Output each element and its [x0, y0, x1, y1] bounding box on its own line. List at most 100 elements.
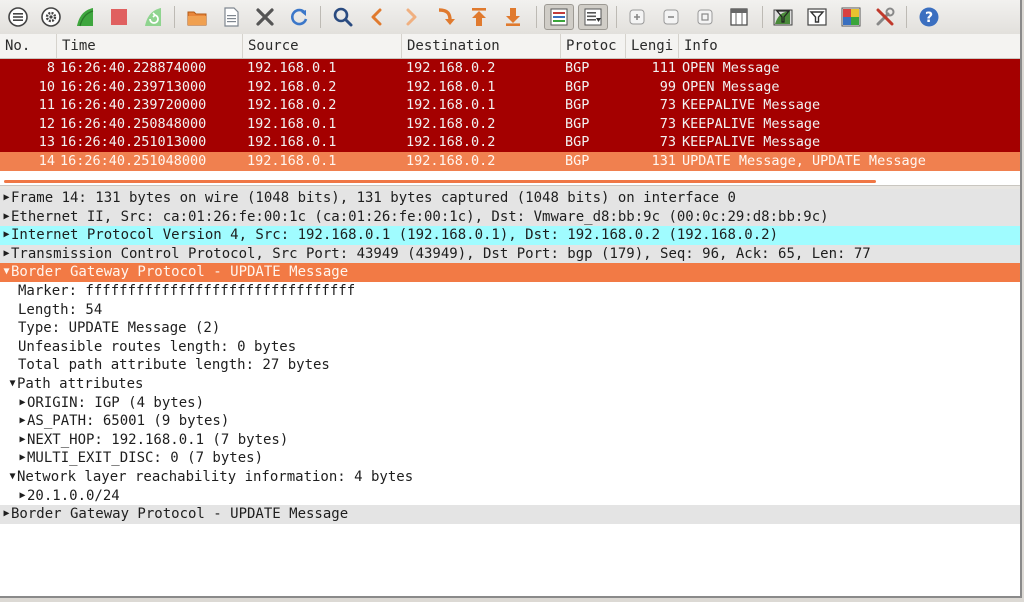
packet-row[interactable]: 12 16:26:40.250848000 192.168.0.1 192.168.0… — [0, 114, 1020, 134]
go-forward-button[interactable] — [398, 4, 424, 30]
expand-arrow-icon[interactable]: ▶ — [18, 431, 27, 450]
detail-row[interactable]: ▶Frame 14: 131 bytes on wire (1048 bits)… — [0, 189, 1020, 208]
go-to-packet-button[interactable] — [432, 4, 458, 30]
detail-row[interactable]: ▶MULTI_EXIT_DISC: 0 (7 bytes) — [0, 449, 1020, 468]
detail-row[interactable]: Length: 54 — [0, 301, 1020, 320]
detail-text: Unfeasible routes length: 0 bytes — [18, 338, 297, 355]
start-capture-button[interactable] — [72, 4, 98, 30]
detail-row[interactable]: ▶NEXT_HOP: 192.168.0.1 (7 bytes) — [0, 431, 1020, 450]
column-header-info[interactable]: Info — [679, 34, 1020, 58]
detail-row[interactable]: ▶20.1.0.0/24 — [0, 487, 1020, 506]
normal-size-icon — [697, 9, 713, 25]
packet-cell-destination: 192.168.0.2 — [406, 60, 496, 76]
colorize-button[interactable] — [544, 4, 574, 30]
packet-cell-destination: 192.168.0.2 — [406, 134, 496, 151]
expand-arrow-icon[interactable]: ▶ — [18, 487, 27, 506]
capture-filters-button[interactable] — [770, 4, 796, 30]
resize-columns-button[interactable] — [726, 4, 752, 30]
column-header-protocol[interactable]: Protoc — [561, 34, 626, 58]
detail-text: 20.1.0.0/24 — [27, 487, 120, 504]
close-file-button[interactable] — [252, 4, 278, 30]
start-capture-icon — [77, 8, 94, 27]
column-header-length[interactable]: Lengi — [626, 34, 679, 58]
go-back-button[interactable] — [364, 4, 390, 30]
expand-arrow-icon[interactable]: ▶ — [2, 208, 11, 227]
reload-file-button[interactable] — [286, 4, 312, 30]
zoom-out-button[interactable] — [658, 4, 684, 30]
open-file-button[interactable] — [184, 4, 210, 30]
stop-capture-icon — [111, 9, 127, 25]
column-header-source[interactable]: Source — [243, 34, 402, 58]
detail-row[interactable]: ▶Ethernet II, Src: ca:01:26:fe:00:1c (ca… — [0, 207, 1020, 227]
detail-row[interactable]: ▶Internet Protocol Version 4, Src: 192.1… — [0, 226, 1020, 245]
collapse-arrow-icon[interactable]: ▼ — [8, 468, 17, 487]
display-filters-button[interactable] — [804, 4, 830, 30]
help-icon: ? — [919, 7, 939, 27]
save-file-button[interactable] — [218, 4, 244, 30]
detail-row[interactable]: ▼Network layer reachability information:… — [0, 468, 1020, 487]
packet-list-pane[interactable]: No. Time Source Destination Protoc Lengi… — [0, 34, 1020, 184]
help-button[interactable]: ? — [916, 4, 942, 30]
resize-columns-icon — [730, 8, 748, 26]
packet-row[interactable]: 11 16:26:40.239720000 192.168.0.2 192.168.0… — [0, 96, 1020, 115]
packet-cell-info: OPEN Message — [682, 60, 780, 76]
expand-arrow-icon[interactable]: ▶ — [2, 226, 11, 245]
expand-arrow-icon[interactable]: ▶ — [18, 412, 27, 431]
last-packet-button[interactable] — [500, 4, 526, 30]
detail-text: Transmission Control Protocol, Src Port:… — [11, 245, 871, 262]
detail-row[interactable]: ▶Transmission Control Protocol, Src Port… — [0, 244, 1020, 264]
first-packet-button[interactable] — [466, 4, 492, 30]
detail-text: Border Gateway Protocol - UPDATE Message — [11, 506, 349, 523]
packet-cell-source: 192.168.0.1 — [247, 60, 337, 76]
first-packet-icon — [472, 8, 486, 26]
go-to-packet-icon — [438, 8, 455, 25]
detail-row[interactable]: ▶Border Gateway Protocol - UPDATE Messag… — [0, 505, 1020, 524]
preferences-button[interactable] — [872, 4, 898, 30]
packet-cell-time: 16:26:40.250848000 — [60, 115, 207, 132]
detail-row[interactable]: ▶ORIGIN: IGP (4 bytes) — [0, 394, 1020, 413]
detail-text: Ethernet II, Src: ca:01:26:fe:00:1c (ca:… — [11, 208, 829, 225]
detail-row[interactable]: ▼Border Gateway Protocol - UPDATE Messag… — [0, 263, 1020, 282]
packet-row[interactable]: 10 16:26:40.239713000 192.168.0.2 192.168.0… — [0, 77, 1020, 97]
column-header-no[interactable]: No. — [0, 34, 57, 58]
detail-row[interactable]: Type: UPDATE Message (2) — [0, 319, 1020, 338]
detail-row[interactable]: Total path attribute length: 27 bytes — [0, 356, 1020, 375]
detail-row[interactable]: Marker: ffffffffffffffffffffffffffffffff — [0, 282, 1020, 301]
packet-row[interactable]: 13 16:26:40.251013000 192.168.0.1 192.168.0… — [0, 133, 1020, 152]
expand-arrow-icon[interactable]: ▶ — [18, 449, 27, 468]
auto-scroll-icon — [584, 8, 602, 26]
packet-cell-protocol: BGP — [565, 60, 590, 76]
stop-capture-button[interactable] — [106, 4, 132, 30]
horizontal-scrollbar[interactable] — [4, 180, 876, 183]
expand-arrow-icon[interactable]: ▶ — [2, 189, 11, 208]
detail-text: MULTI_EXIT_DISC: 0 (7 bytes) — [27, 450, 264, 467]
find-packet-icon — [333, 7, 353, 27]
coloring-rules-button[interactable] — [838, 4, 864, 30]
column-header-destination[interactable]: Destination — [402, 34, 561, 58]
auto-scroll-button[interactable] — [578, 4, 608, 30]
collapse-arrow-icon[interactable]: ▼ — [2, 263, 11, 282]
capture-options-button[interactable] — [38, 4, 64, 30]
column-header-time[interactable]: Time — [57, 34, 243, 58]
expand-arrow-icon[interactable]: ▶ — [18, 394, 27, 413]
capture-filters-icon — [773, 9, 793, 26]
interface-list-button[interactable] — [5, 4, 31, 30]
packet-row[interactable]: 14 16:26:40.251048000 192.168.0.1 192.168.0… — [0, 152, 1020, 171]
last-packet-icon — [506, 8, 520, 26]
find-packet-button[interactable] — [330, 4, 356, 30]
collapse-arrow-icon[interactable]: ▼ — [8, 375, 17, 394]
expand-arrow-icon[interactable]: ▶ — [2, 505, 11, 524]
expand-arrow-icon[interactable]: ▶ — [2, 245, 11, 264]
detail-row[interactable]: Unfeasible routes length: 0 bytes — [0, 338, 1020, 357]
detail-row[interactable]: ▼Path attributes — [0, 375, 1020, 394]
detail-text: Marker: ffffffffffffffffffffffffffffffff — [18, 283, 356, 299]
restart-capture-button[interactable] — [140, 4, 166, 30]
packet-row[interactable]: 8 16:26:40.228874000 192.168.0.1 192.168.0.… — [0, 59, 1020, 78]
normal-size-button[interactable] — [692, 4, 718, 30]
packet-cell-length: 111 — [651, 60, 676, 76]
detail-row[interactable]: ▶AS_PATH: 65001 (9 bytes) — [0, 412, 1020, 431]
zoom-in-button[interactable] — [624, 4, 650, 30]
packet-details-pane[interactable]: ▶Frame 14: 131 bytes on wire (1048 bits)… — [0, 189, 1020, 596]
detail-text: Total path attribute length: 27 bytes — [18, 357, 330, 374]
display-filters-icon — [807, 8, 827, 26]
